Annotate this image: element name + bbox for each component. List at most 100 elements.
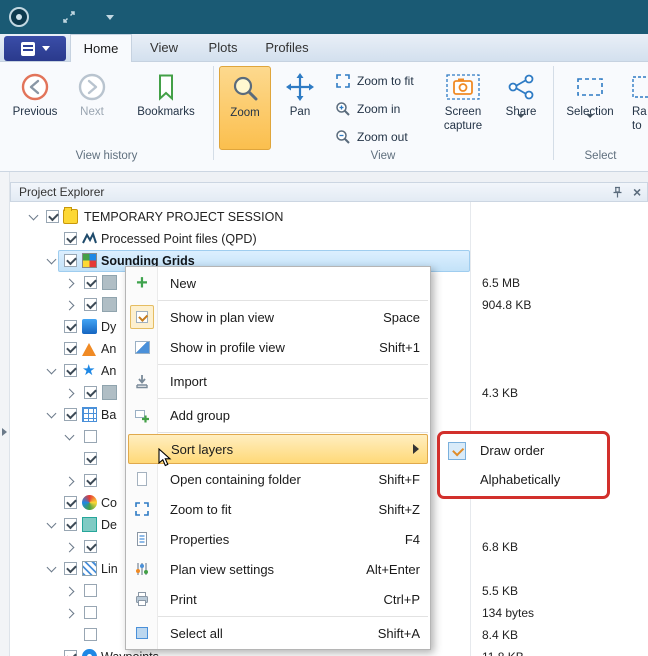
properties-icon bbox=[133, 530, 151, 548]
checkbox[interactable] bbox=[84, 628, 97, 641]
zoom-in-button[interactable]: Zoom in bbox=[331, 96, 431, 122]
chevron-down-icon[interactable] bbox=[47, 255, 57, 265]
menu-item-zoom-to-fit[interactable]: Zoom to fit Shift+Z bbox=[126, 494, 430, 524]
menu-separator bbox=[128, 432, 428, 433]
checkbox[interactable] bbox=[64, 364, 77, 377]
checkbox[interactable] bbox=[64, 342, 77, 355]
chevron-right-icon[interactable] bbox=[65, 609, 75, 619]
checkbox[interactable] bbox=[64, 408, 77, 421]
zoom-button[interactable]: Zoom bbox=[219, 66, 271, 150]
item-size: 4.3 KB bbox=[482, 386, 518, 400]
new-plus-icon: + bbox=[133, 274, 151, 292]
zoom-to-fit-icon bbox=[335, 73, 351, 89]
tab-plots[interactable]: Plots bbox=[196, 34, 250, 62]
zoom-to-fit-icon bbox=[133, 500, 151, 518]
chevron-down-icon[interactable] bbox=[29, 211, 39, 221]
checkbox[interactable] bbox=[64, 232, 77, 245]
checkbox[interactable] bbox=[84, 452, 97, 465]
checkbox[interactable] bbox=[84, 540, 97, 553]
screen-capture-label-2: capture bbox=[434, 120, 492, 132]
zoom-in-label: Zoom in bbox=[357, 102, 400, 116]
tree-row[interactable]: TEMPORARY PROJECT SESSION bbox=[0, 206, 648, 228]
checkbox[interactable] bbox=[64, 496, 77, 509]
menu-item-import[interactable]: Import bbox=[126, 366, 430, 396]
tree-item-label: De bbox=[101, 518, 117, 532]
pan-button[interactable]: Pan bbox=[275, 66, 325, 150]
chevron-down-icon[interactable] bbox=[47, 563, 57, 573]
tree-item-label: An bbox=[101, 342, 116, 356]
chevron-right-icon[interactable] bbox=[65, 279, 75, 289]
checkbox[interactable] bbox=[64, 518, 77, 531]
tab-home[interactable]: Home bbox=[70, 34, 132, 63]
zoom-out-icon bbox=[335, 129, 351, 145]
quick-access-caret-icon[interactable] bbox=[106, 15, 114, 20]
zoom-to-fit-button[interactable]: Zoom to fit bbox=[331, 68, 431, 94]
chevron-down-icon[interactable] bbox=[47, 519, 57, 529]
screen-capture-button[interactable]: Screen capture bbox=[434, 66, 492, 150]
submenu-item-alphabetically[interactable]: Alphabetically bbox=[440, 465, 607, 494]
ribbon: Previous Next Bookmarks Zoom Pan Zoom to… bbox=[0, 62, 648, 172]
chevron-right-icon[interactable] bbox=[65, 301, 75, 311]
menu-item-plan-view-settings[interactable]: Plan view settings Alt+Enter bbox=[126, 554, 430, 584]
checkbox[interactable] bbox=[84, 276, 97, 289]
previous-icon bbox=[20, 72, 50, 102]
submenu-item-label: Alphabetically bbox=[480, 472, 560, 487]
group-separator bbox=[553, 66, 554, 160]
checkbox[interactable] bbox=[84, 584, 97, 597]
tab-view[interactable]: View bbox=[138, 34, 190, 62]
checkbox[interactable] bbox=[46, 210, 59, 223]
checkbox[interactable] bbox=[64, 320, 77, 333]
pin-icon[interactable] bbox=[611, 186, 624, 199]
submenu-item-draw-order[interactable]: Draw order bbox=[440, 436, 607, 465]
next-button[interactable]: Next bbox=[66, 66, 118, 150]
raster-button-partial[interactable]: Ra to bbox=[626, 66, 648, 150]
menu-item-new[interactable]: + New bbox=[126, 268, 430, 298]
checkbox[interactable] bbox=[84, 474, 97, 487]
close-icon[interactable]: × bbox=[633, 183, 641, 201]
app-menu-icon bbox=[21, 42, 35, 56]
layer-icon bbox=[82, 517, 97, 532]
menu-separator bbox=[128, 364, 428, 365]
mouse-cursor bbox=[158, 448, 176, 473]
zoom-out-button[interactable]: Zoom out bbox=[331, 124, 431, 150]
menu-item-label: Open containing folder bbox=[170, 472, 301, 487]
tree-row[interactable]: Processed Point files (QPD) bbox=[0, 228, 648, 250]
menu-item-show-in-profile-view[interactable]: Show in profile view Shift+1 bbox=[126, 332, 430, 362]
add-group-icon bbox=[133, 406, 151, 424]
selection-button[interactable]: Selection bbox=[558, 66, 622, 150]
chevron-down-icon[interactable] bbox=[65, 431, 75, 441]
chevron-right-icon[interactable] bbox=[65, 587, 75, 597]
previous-button[interactable]: Previous bbox=[8, 66, 62, 150]
menu-item-select-all[interactable]: Select all Shift+A bbox=[126, 618, 430, 648]
checkbox[interactable] bbox=[84, 430, 97, 443]
bookmarks-button[interactable]: Bookmarks bbox=[130, 66, 202, 150]
chevron-right-icon[interactable] bbox=[65, 477, 75, 487]
chevron-down-icon[interactable] bbox=[47, 409, 57, 419]
tree-item-label: An bbox=[101, 364, 116, 378]
checkbox[interactable] bbox=[84, 606, 97, 619]
chevron-right-icon[interactable] bbox=[65, 543, 75, 553]
tree-item-label: Waypoints bbox=[101, 650, 159, 656]
chevron-right-icon[interactable] bbox=[65, 389, 75, 399]
pan-icon bbox=[285, 72, 315, 102]
checkbox[interactable] bbox=[64, 650, 77, 656]
menu-item-show-in-plan-view[interactable]: Show in plan view Space bbox=[126, 302, 430, 332]
menu-item-add-group[interactable]: Add group bbox=[126, 400, 430, 430]
sliders-icon bbox=[133, 560, 151, 578]
checkbox[interactable] bbox=[84, 386, 97, 399]
dynamic-surface-icon bbox=[82, 319, 97, 334]
page-icon bbox=[133, 470, 151, 488]
chevron-down-icon[interactable] bbox=[47, 365, 57, 375]
menu-item-properties[interactable]: Properties F4 bbox=[126, 524, 430, 554]
pan-label: Pan bbox=[275, 106, 325, 118]
checkbox[interactable] bbox=[64, 254, 77, 267]
share-button[interactable]: Share bbox=[496, 66, 546, 150]
fullscreen-icon[interactable] bbox=[62, 10, 76, 24]
checked-checkbox-icon bbox=[136, 311, 148, 323]
checkbox[interactable] bbox=[64, 562, 77, 575]
menu-item-print[interactable]: Print Ctrl+P bbox=[126, 584, 430, 614]
checkbox[interactable] bbox=[84, 298, 97, 311]
application-menu-button[interactable] bbox=[4, 36, 66, 61]
previous-label: Previous bbox=[8, 106, 62, 118]
tab-profiles[interactable]: Profiles bbox=[254, 34, 320, 62]
